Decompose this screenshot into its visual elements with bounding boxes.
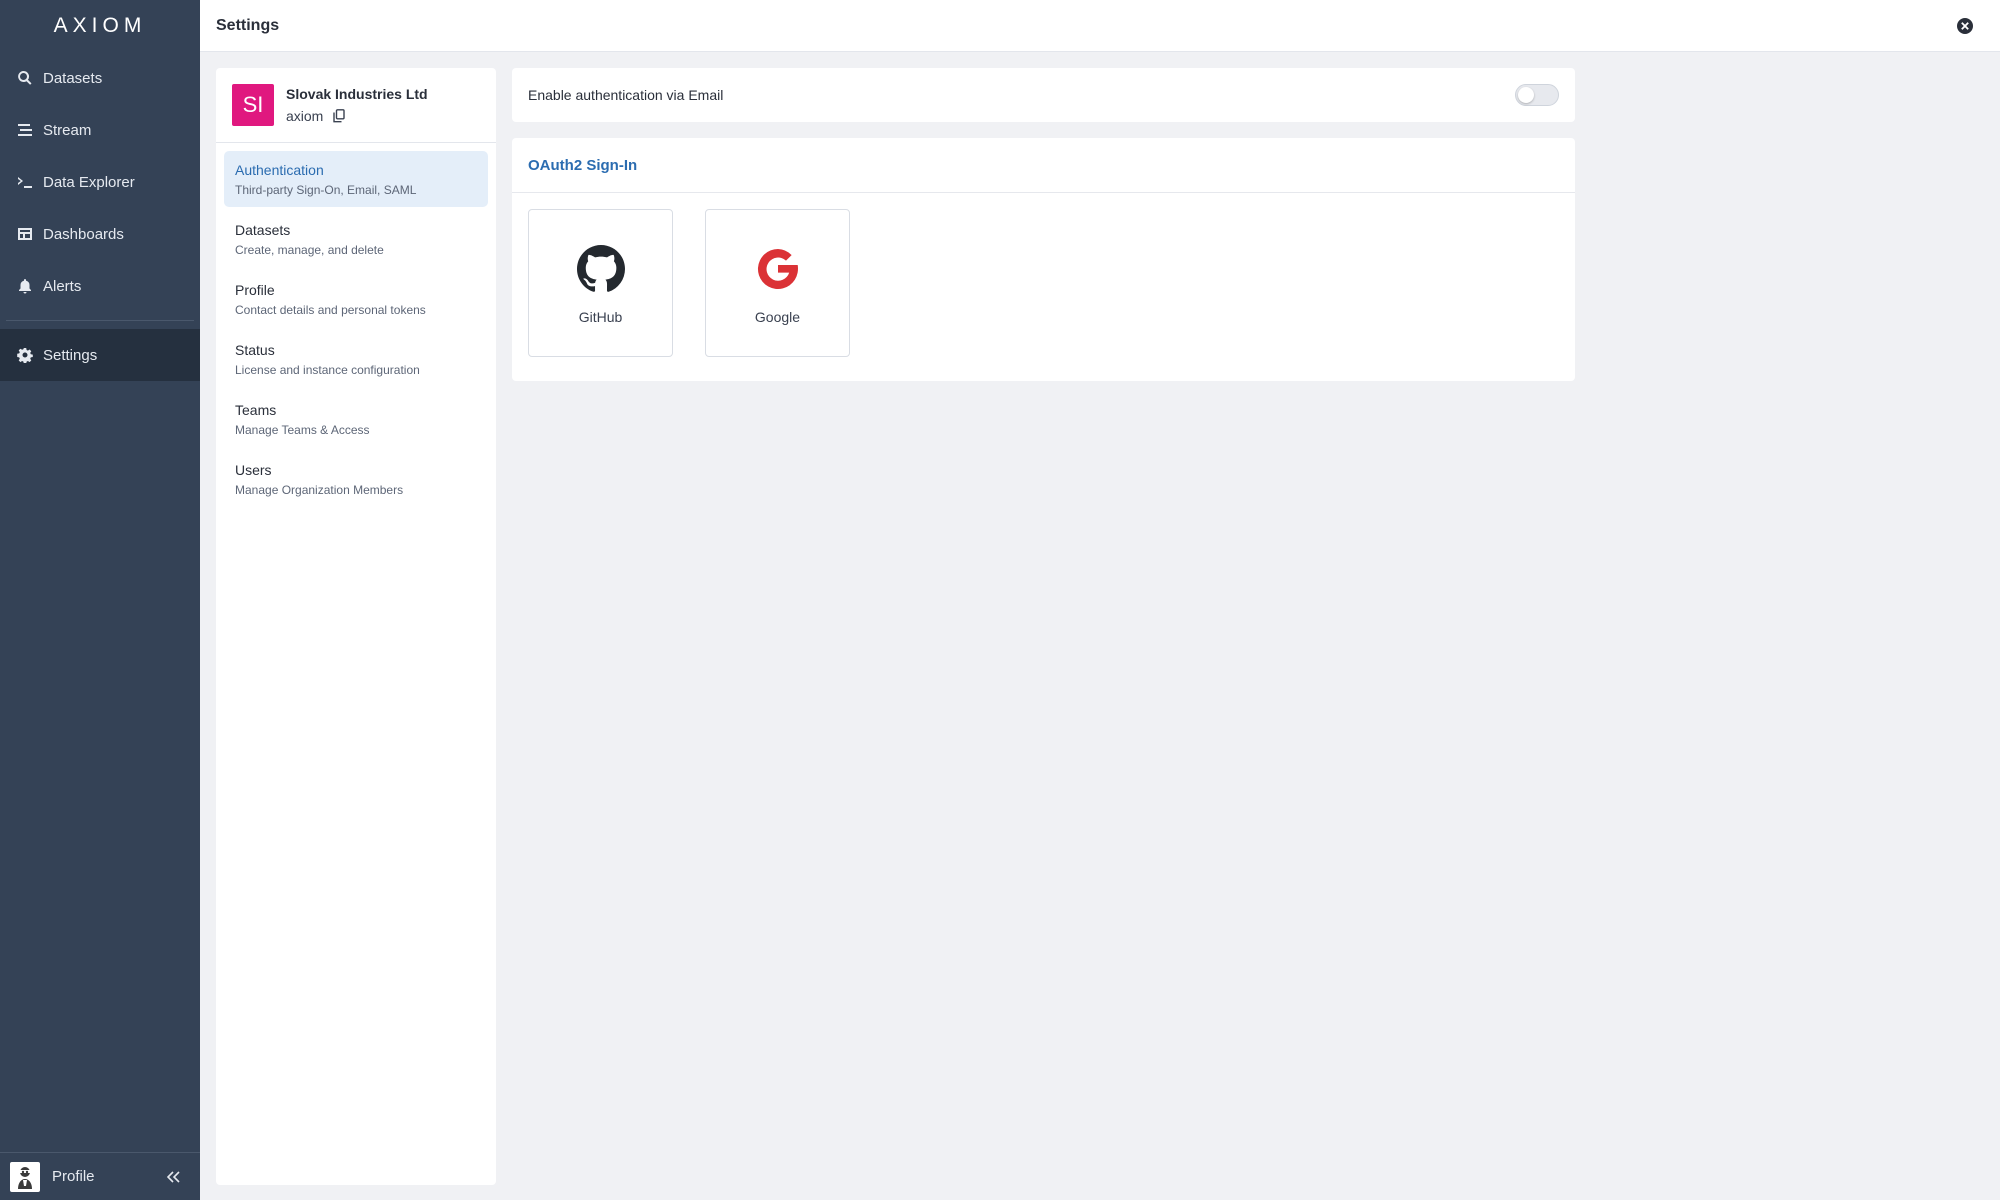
org-header: SI Slovak Industries Ltd axiom (216, 68, 496, 143)
sidebar-item-alerts[interactable]: Alerts (0, 260, 200, 312)
settings-menu-datasets[interactable]: Datasets Create, manage, and delete (224, 211, 488, 267)
terminal-icon (17, 174, 33, 190)
settings-menu-users[interactable]: Users Manage Organization Members (224, 451, 488, 507)
dashboard-icon (17, 226, 33, 242)
sidebar-item-data-explorer[interactable]: Data Explorer (0, 156, 200, 208)
provider-label: Google (754, 309, 801, 325)
settings-menu-authentication[interactable]: Authentication Third-party Sign-On, Emai… (224, 151, 488, 207)
settings-menu-profile[interactable]: Profile Contact details and personal tok… (224, 271, 488, 327)
close-circle-icon[interactable] (1956, 17, 1974, 35)
settings-menu-teams[interactable]: Teams Manage Teams & Access (224, 391, 488, 447)
sidebar-item-label: Alerts (43, 277, 82, 295)
sidebar-item-stream[interactable]: Stream (0, 104, 200, 156)
settings-nav-panel: SI Slovak Industries Ltd axiom Authentic… (216, 68, 496, 1185)
menu-item-subtitle: Contact details and personal tokens (235, 303, 426, 317)
oauth-card: OAuth2 Sign-In GitHub Google (512, 138, 1575, 381)
menu-item-subtitle: Third-party Sign-On, Email, SAML (235, 183, 417, 197)
oauth-title: OAuth2 Sign-In (528, 156, 638, 174)
sidebar-item-settings[interactable]: Settings (0, 329, 200, 381)
oauth-header: OAuth2 Sign-In (512, 138, 1575, 193)
menu-item-title: Status (235, 342, 275, 358)
toggle-knob (1518, 87, 1534, 103)
sidebar-item-dashboards[interactable]: Dashboards (0, 208, 200, 260)
menu-item-subtitle: License and instance configuration (235, 363, 420, 377)
github-provider-button[interactable]: GitHub (528, 209, 673, 357)
menu-item-subtitle: Manage Teams & Access (235, 423, 370, 437)
settings-menu-status[interactable]: Status License and instance configuratio… (224, 331, 488, 387)
org-slug-row: axiom (286, 108, 428, 124)
sidebar-item-label: Settings (43, 346, 98, 364)
search-icon (17, 70, 33, 86)
provider-label: GitHub (578, 309, 623, 325)
org-name: Slovak Industries Ltd (286, 86, 428, 102)
stream-icon (17, 122, 33, 138)
menu-item-subtitle: Create, manage, and delete (235, 243, 384, 257)
menu-item-title: Authentication (235, 162, 324, 178)
menu-item-title: Teams (235, 402, 277, 418)
sidebar-item-datasets[interactable]: Datasets (0, 52, 200, 104)
email-auth-label: Enable authentication via Email (528, 87, 724, 103)
sidebar-item-label: Datasets (43, 69, 103, 87)
bell-icon (17, 278, 33, 294)
email-auth-card: Enable authentication via Email (512, 68, 1575, 122)
sidebar-item-label: Data Explorer (43, 173, 135, 191)
profile-label: Profile (52, 1168, 95, 1185)
google-icon (754, 245, 802, 293)
sidebar: AXIOM Datasets Stream Data Explorer Dash… (0, 0, 200, 1200)
sidebar-item-label: Stream (43, 121, 92, 139)
sidebar-profile[interactable]: Profile (0, 1152, 200, 1200)
avatar (10, 1161, 40, 1192)
org-avatar: SI (232, 84, 274, 126)
menu-item-title: Datasets (235, 222, 291, 238)
google-provider-button[interactable]: Google (705, 209, 850, 357)
email-auth-toggle[interactable] (1515, 84, 1559, 106)
sidebar-divider (6, 320, 194, 321)
page-header: Settings (200, 0, 2000, 52)
menu-item-title: Profile (235, 282, 275, 298)
gear-icon (17, 347, 33, 363)
github-icon (576, 245, 625, 293)
settings-menu: Authentication Third-party Sign-On, Emai… (216, 143, 496, 519)
org-slug: axiom (286, 108, 324, 124)
sidebar-item-label: Dashboards (43, 225, 124, 243)
double-chevron-left-icon[interactable] (164, 1167, 184, 1187)
menu-item-subtitle: Manage Organization Members (235, 483, 404, 497)
menu-item-title: Users (235, 462, 272, 478)
page-title: Settings (216, 16, 280, 34)
copy-icon[interactable] (333, 109, 346, 123)
app-logo[interactable]: AXIOM (0, 0, 200, 52)
oauth-provider-list: GitHub Google (512, 193, 1575, 373)
